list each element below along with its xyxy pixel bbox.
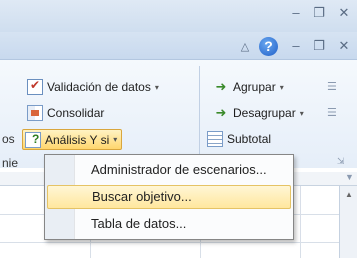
hide-detail-icon[interactable]: ☰ <box>327 106 337 119</box>
agrupar-button[interactable]: ➜ Agrupar ▾ <box>213 77 284 97</box>
analisis-y-si-label: Análisis Y si <box>45 132 110 147</box>
workbook-minimize-icon[interactable]: – <box>288 39 304 53</box>
menu-item-administrador-escenarios[interactable]: Administrador de escenarios... <box>47 158 291 182</box>
menu-item-buscar-objetivo[interactable]: Buscar objetivo... <box>47 185 291 209</box>
scroll-up-icon[interactable]: ▲ <box>345 190 353 199</box>
desagrupar-label: Desagrupar <box>233 106 296 120</box>
subtotal-label: Subtotal <box>227 132 272 146</box>
group-arrow-icon: ➜ <box>215 79 227 94</box>
workbook-restore-icon[interactable]: ❐ <box>311 39 327 53</box>
show-detail-icon[interactable]: ☰ <box>327 80 337 93</box>
workbook-close-icon[interactable]: ✕ <box>336 39 352 53</box>
analisis-y-si-menu: Administrador de escenarios... Buscar ob… <box>44 154 294 240</box>
menu-item-label: Administrador de escenarios... <box>91 162 267 177</box>
agrupar-label: Agrupar <box>233 80 276 94</box>
grid-line <box>0 242 340 243</box>
subtotal-icon <box>207 131 223 147</box>
chevron-down-icon: ▾ <box>154 82 159 92</box>
consolidar-button[interactable]: Consolidar <box>27 103 104 123</box>
chevron-down-icon: ▾ <box>279 82 284 92</box>
analisis-y-si-button[interactable]: Análisis Y si ▾ <box>22 129 123 150</box>
restore-icon[interactable]: ❐ <box>311 6 327 20</box>
group-divider <box>199 66 200 166</box>
what-if-analysis-icon <box>25 131 41 148</box>
help-icon[interactable]: ? <box>259 37 278 56</box>
collapse-ribbon-icon[interactable]: △ <box>237 40 253 54</box>
consolidar-label: Consolidar <box>47 106 105 120</box>
desagrupar-button[interactable]: ➜ Desagrupar ▾ <box>213 103 304 123</box>
consolidate-icon <box>27 105 43 121</box>
minimize-icon[interactable]: – <box>288 6 304 20</box>
validacion-datos-label: Validación de datos <box>47 80 151 94</box>
data-validation-icon <box>27 78 43 95</box>
expand-formula-bar-icon[interactable]: ▼ <box>345 172 354 182</box>
vertical-scrollbar[interactable]: ▲ <box>339 186 357 258</box>
dialog-launcher-icon[interactable]: ⇲ <box>337 156 345 167</box>
clipped-label-1: os <box>2 132 15 146</box>
menu-item-tabla-datos[interactable]: Tabla de datos... <box>47 212 291 236</box>
grid-line <box>300 186 301 258</box>
validacion-datos-button[interactable]: Validación de datos ▾ <box>27 77 159 97</box>
subtotal-button[interactable]: Subtotal <box>207 129 271 149</box>
chevron-down-icon: ▾ <box>113 135 118 144</box>
chevron-down-icon: ▾ <box>299 108 304 118</box>
ungroup-arrow-icon: ➜ <box>215 105 227 120</box>
close-icon[interactable]: ✕ <box>336 6 352 20</box>
menu-item-label: Tabla de datos... <box>91 216 187 231</box>
menu-item-label: Buscar objetivo... <box>92 189 192 204</box>
